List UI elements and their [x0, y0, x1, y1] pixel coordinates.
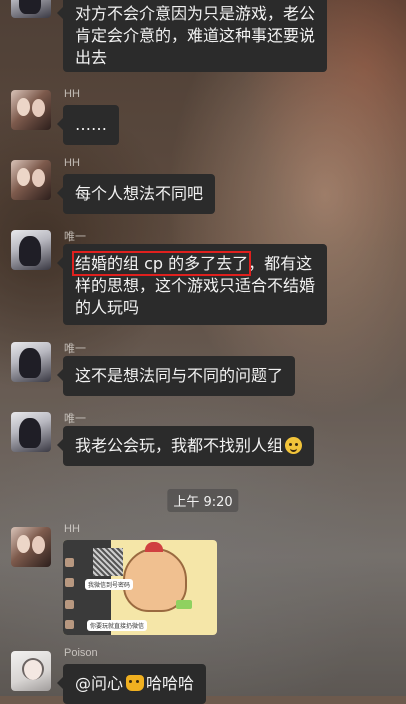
grin-emoji-icon — [285, 437, 303, 454]
avatar[interactable] — [11, 90, 51, 130]
message-line: 样的思想，这个游戏只适合不结婚 — [75, 276, 316, 295]
message-text: 每个人想法不同吧 — [75, 184, 204, 203]
avatar[interactable] — [11, 342, 51, 382]
message-text: 这不是想法同与不同的问题了 — [75, 366, 284, 385]
highlighted-text: 结婚的组 cp 的多了去了 — [71, 251, 252, 276]
sender-name: Poison — [64, 647, 98, 659]
message-bubble[interactable]: @问心 哈哈哈 — [56, 664, 207, 704]
sender-name: 唯一 — [64, 343, 86, 355]
avatar[interactable] — [11, 527, 51, 567]
message-text: ，都有这 — [248, 254, 313, 273]
screenshot-avatar — [65, 558, 74, 567]
screenshot-avatar — [65, 600, 74, 609]
avatar[interactable] — [11, 651, 51, 691]
cat-emoji-icon — [126, 675, 145, 691]
message-text: 哈哈哈 — [146, 674, 195, 693]
message-line: 出去 — [75, 48, 108, 67]
sender-name: HH — [64, 523, 80, 535]
green-bubble — [176, 600, 192, 609]
screenshot-caption: 你要玩就直接扔微信 — [87, 620, 148, 631]
timestamp: 上午 9:20 — [167, 489, 239, 512]
avatar[interactable] — [11, 160, 51, 200]
sender-name: 唯一 — [64, 413, 86, 425]
avatar[interactable] — [11, 0, 51, 18]
message-bubble[interactable]: 结婚的组 cp 的多了去了，都有这 样的思想，这个游戏只适合不结婚 的人玩吗 — [56, 244, 328, 325]
sender-name: 唯一 — [64, 231, 86, 243]
message-bubble[interactable]: …… — [57, 105, 119, 145]
message-text: 我老公会玩，我都不找别人组 — [75, 436, 284, 455]
screenshot-caption: 我微信到号密码 — [85, 579, 134, 590]
image-message[interactable]: 我微信到号密码 你要玩就直接扔微信 — [63, 540, 217, 635]
avatar[interactable] — [11, 412, 51, 452]
screenshot-avatar — [65, 620, 74, 629]
message-bubble[interactable]: 我老公会玩，我都不找别人组 — [56, 426, 315, 466]
sender-name: HH — [64, 88, 80, 100]
message-line: 对方不会介意因为只是游戏，老公 — [75, 4, 316, 23]
message-bubble[interactable]: 每个人想法不同吧 — [56, 174, 216, 214]
message-line: 的人玩吗 — [75, 298, 140, 317]
screenshot-avatar — [65, 578, 74, 587]
avatar[interactable] — [11, 230, 51, 270]
message-bubble[interactable]: 对方不会介意因为只是游戏，老公 肯定会介意的，难道这种事还要说 出去 — [56, 0, 328, 72]
qr-code-icon — [93, 548, 123, 576]
message-bubble[interactable]: 这不是想法同与不同的问题了 — [56, 356, 296, 396]
message-line: 肯定会介意的，难道这种事还要说 — [75, 26, 316, 45]
sender-name: HH — [64, 157, 80, 169]
message-text: …… — [75, 115, 107, 134]
mention[interactable]: @问心 — [75, 674, 123, 693]
